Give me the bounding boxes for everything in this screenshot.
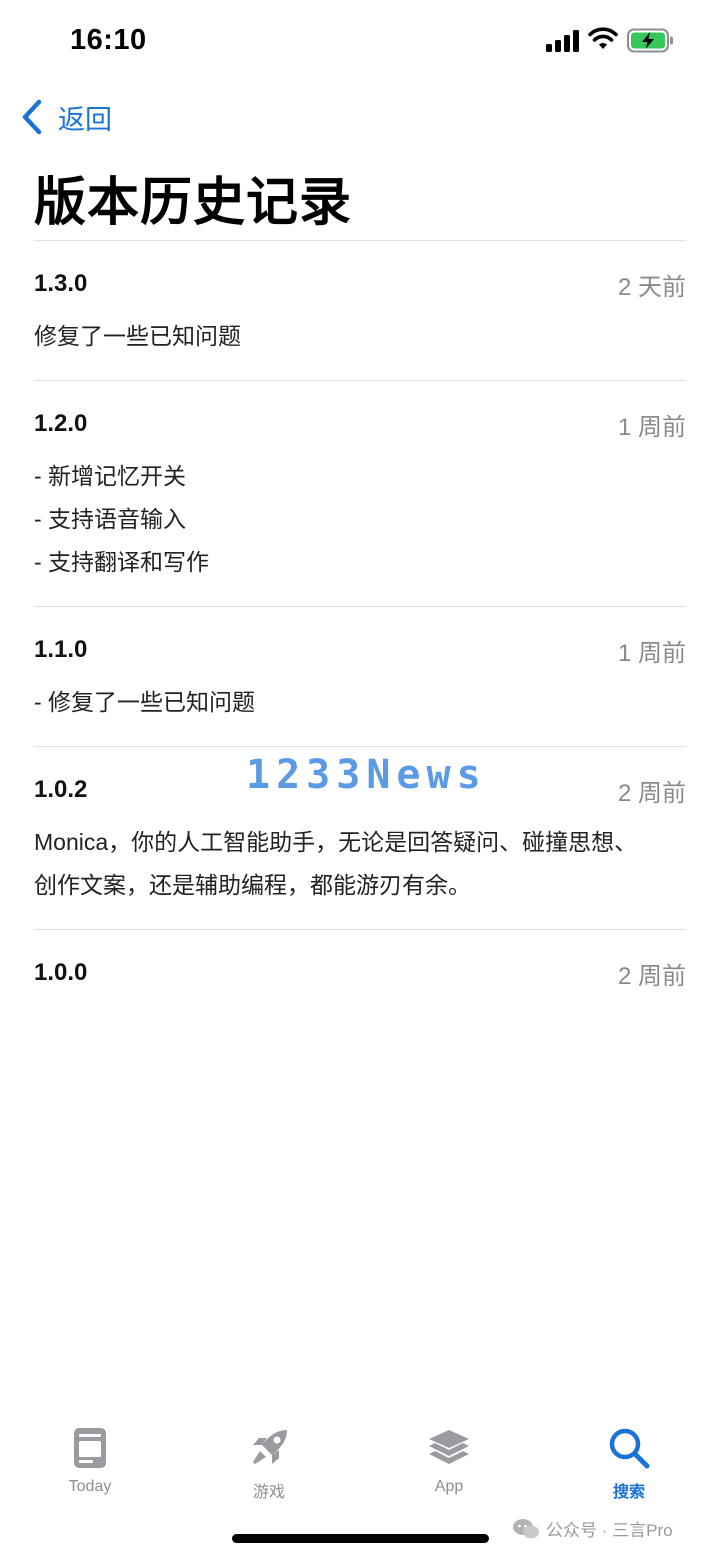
rocket-icon [253, 1430, 287, 1464]
source-credit: 公众号 · 三言Pro [512, 1516, 673, 1541]
release-notes: 修复了一些已知问题 [34, 315, 686, 380]
version-date: 2 周前 [617, 962, 686, 990]
version-date: 2 周前 [617, 779, 686, 807]
release-notes: - 修复了一些已知问题 [34, 681, 686, 746]
today-icon [74, 1428, 106, 1468]
release-note-line: Monica，你的人工智能助手，无论是回答疑问、碰撞思想、 [34, 829, 638, 855]
version-number: 1.0.0 [34, 959, 88, 986]
version-number: 1.3.0 [34, 270, 88, 297]
tab-today[interactable]: Today [35, 1426, 145, 1496]
tab-label: App [434, 1478, 464, 1495]
app-stack-icon [429, 1430, 469, 1464]
version-entry: 1.0.0 2 周前 [34, 929, 686, 990]
version-history-list: 1.3.0 2 天前 修复了一些已知问题 1.2.0 1 周前 - 新增记忆开关… [34, 240, 686, 990]
tab-apps[interactable]: App [394, 1426, 504, 1496]
page-title: 版本历史记录 [34, 174, 353, 232]
version-entry: 1.3.0 2 天前 修复了一些已知问题 [34, 240, 686, 380]
version-number: 1.0.2 [34, 776, 88, 803]
version-entry: 1.2.0 1 周前 - 新增记忆开关 - 支持语音输入 - 支持翻译和写作 [34, 380, 686, 606]
release-note-line: 创作文案，还是辅助编程，都能游刃有余。 [34, 872, 471, 898]
battery-charging-icon [627, 28, 673, 53]
source-credit-text: 公众号 · 三言Pro [546, 1521, 673, 1540]
home-indicator [232, 1534, 489, 1543]
wechat-icon [513, 1518, 539, 1538]
watermark: 1233News [246, 752, 487, 798]
version-number: 1.2.0 [34, 410, 88, 437]
signal-icon [546, 30, 579, 52]
release-note-line: - 新增记忆开关 [34, 463, 187, 489]
tab-search[interactable]: 搜索 [574, 1426, 684, 1502]
tab-label: 搜索 [612, 1484, 645, 1501]
status-time: 16:10 [70, 24, 147, 56]
version-date: 1 周前 [617, 413, 686, 441]
tab-label: Today [68, 1478, 112, 1495]
version-date: 1 周前 [617, 639, 686, 667]
release-note-line: - 修复了一些已知问题 [34, 689, 256, 715]
tab-bar: Today 游戏 App 搜索 [0, 1420, 720, 1520]
back-button[interactable]: 返回 [20, 96, 112, 138]
version-entry: 1.1.0 1 周前 - 修复了一些已知问题 [34, 606, 686, 746]
tab-games[interactable]: 游戏 [214, 1426, 324, 1502]
release-note-line: - 支持翻译和写作 [34, 549, 210, 575]
search-icon [609, 1428, 650, 1469]
release-note-line: 修复了一些已知问题 [34, 323, 241, 349]
release-notes: - 新增记忆开关 - 支持语音输入 - 支持翻译和写作 [34, 455, 686, 606]
chevron-left-icon [22, 99, 42, 135]
version-date: 2 天前 [617, 273, 686, 301]
version-number: 1.1.0 [34, 636, 88, 663]
back-label: 返回 [58, 104, 112, 135]
release-note-line: - 支持语音输入 [34, 506, 187, 532]
wifi-icon [588, 27, 618, 49]
status-bar: 16:10 [0, 0, 720, 80]
tab-label: 游戏 [252, 1484, 285, 1501]
release-notes: Monica，你的人工智能助手，无论是回答疑问、碰撞思想、 创作文案，还是辅助编… [34, 821, 686, 929]
